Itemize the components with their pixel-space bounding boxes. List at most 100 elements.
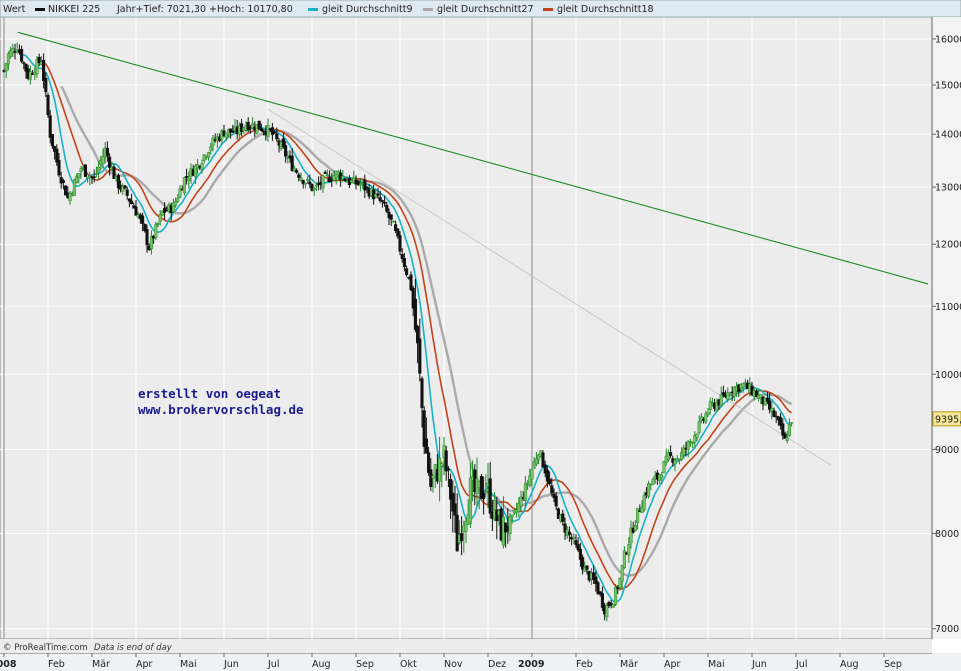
candle-body <box>231 130 235 133</box>
candle-body <box>130 200 134 205</box>
candle-body <box>695 433 699 439</box>
candle-body <box>380 200 384 202</box>
y-tick-label: 14000 <box>935 130 961 141</box>
candle-body <box>669 452 673 456</box>
candle-body <box>444 450 448 472</box>
candle-body <box>413 298 417 330</box>
candle-body <box>400 254 404 259</box>
candle-body <box>409 274 413 290</box>
candle-body <box>202 154 206 161</box>
candle-body <box>455 514 459 552</box>
candle-body <box>391 220 395 223</box>
candle-body <box>185 176 189 178</box>
candle-body <box>187 177 191 182</box>
candle-body <box>488 478 492 514</box>
candle-body <box>145 229 149 246</box>
candle-body <box>787 424 791 437</box>
candle-body <box>42 59 46 81</box>
candle-body <box>94 173 98 175</box>
candle-body <box>662 461 666 474</box>
candle-body <box>105 148 109 157</box>
candle-body <box>484 490 488 493</box>
candle-body <box>209 146 213 151</box>
header-range: Jahr+Tief: 7021,30 +Hoch: 10170,80 <box>116 4 293 15</box>
candle-body <box>108 156 112 168</box>
candle-body <box>176 198 180 202</box>
candle-body <box>314 184 318 187</box>
candle-body <box>460 533 464 542</box>
y-tick-label: 10000 <box>935 370 961 381</box>
x-tick-label: Mai <box>180 659 197 670</box>
candle-body <box>567 531 571 535</box>
candle-body <box>273 131 277 134</box>
candle-body <box>741 383 745 388</box>
candle-body <box>83 164 87 177</box>
x-tick-label: Jun <box>751 659 767 670</box>
legend-label-ma27: gleit Durchschnitt27 <box>437 4 534 15</box>
candle-body <box>548 478 552 485</box>
x-tick-label: Jun <box>223 659 239 670</box>
candle-body <box>312 188 316 190</box>
candle-body <box>728 394 732 397</box>
candle-body <box>20 49 24 62</box>
candle-body <box>46 94 50 116</box>
y-tick-label: 11000 <box>935 302 961 313</box>
candle-body <box>28 71 32 80</box>
candle-body <box>468 477 472 524</box>
candle-body <box>697 421 701 433</box>
candle-body <box>257 120 261 130</box>
x-tick-label: Okt <box>400 659 417 670</box>
x-tick-label: Jul <box>267 659 279 670</box>
y-tick-label: 7000 <box>935 624 959 635</box>
x-tick-label: Dez <box>488 659 506 670</box>
candle-body <box>651 479 655 485</box>
candle-body <box>508 516 512 535</box>
candle-body <box>75 176 79 183</box>
candle-body <box>295 169 299 173</box>
y-tick-label: 9000 <box>935 445 959 456</box>
candle-body <box>358 183 362 186</box>
x-tick-label: Apr <box>136 659 153 670</box>
watermark-line-1: erstellt von oegeat <box>138 386 281 401</box>
candle-body <box>299 177 303 181</box>
candle-body <box>4 63 8 72</box>
candle-body <box>134 206 138 216</box>
candle-body <box>431 475 435 479</box>
candle-body <box>154 224 158 238</box>
candle-body <box>156 222 160 225</box>
candle-body <box>323 172 327 174</box>
candle-body <box>614 586 618 605</box>
candle-body <box>383 201 387 204</box>
x-tick-label: Mai <box>708 659 725 670</box>
candle-body <box>647 483 651 497</box>
candle-body <box>605 604 609 617</box>
candle-body <box>266 125 270 137</box>
candle-body <box>182 177 186 194</box>
x-tick-label: Feb <box>576 659 593 670</box>
legend-label-ma9: gleit Durchschnitt9 <box>322 4 413 15</box>
candle-body <box>321 175 325 189</box>
candle-body <box>77 173 81 178</box>
y-tick-label: 12000 <box>935 240 961 251</box>
candle-body <box>691 442 695 444</box>
nikkei-chart: Wert NIKKEI 225 Jahr+Tief: 7021,30 +Hoch… <box>0 0 961 671</box>
candle-body <box>420 378 424 408</box>
candle-body <box>343 178 347 181</box>
candle-body <box>572 536 576 539</box>
candle-body <box>385 204 389 212</box>
x-tick-label: Nov <box>444 659 463 670</box>
candle-body <box>389 214 393 220</box>
candle-body <box>61 180 65 183</box>
x-tick-label: Aug <box>840 659 859 670</box>
candle-body <box>92 176 96 179</box>
candle-body <box>141 215 145 224</box>
candle-body <box>510 514 514 518</box>
candle-body <box>378 197 382 202</box>
candle-body <box>627 544 631 556</box>
candle-body <box>101 155 105 165</box>
candle-body <box>550 485 554 494</box>
instrument-swatch <box>35 8 45 11</box>
candle-body <box>22 62 26 64</box>
x-tick-label: Sep <box>884 659 902 670</box>
candle-body <box>790 422 794 424</box>
